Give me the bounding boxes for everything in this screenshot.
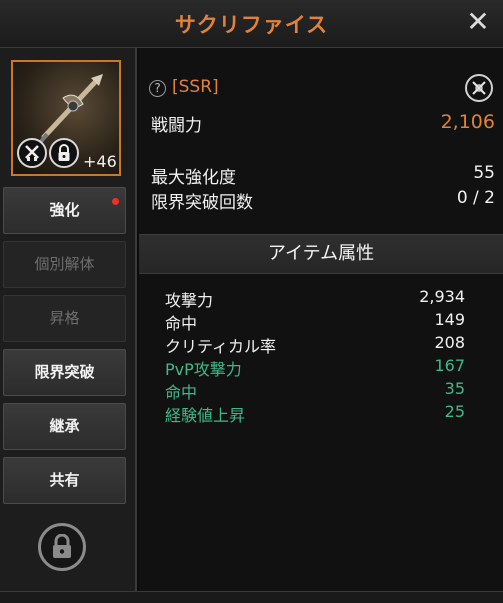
promote-button[interactable]: 昇格	[3, 295, 126, 342]
attribute-value: 149	[434, 310, 465, 329]
limit-break-button-label: 限界突破	[34, 363, 95, 381]
dismantle-button-label: 個別解体	[34, 255, 95, 273]
attribute-label: クリティカル率	[165, 337, 277, 356]
dismantle-button[interactable]: 個別解体	[3, 241, 126, 288]
attribute-value: 2,934	[419, 287, 465, 306]
limit-break-value: 0 / 2	[456, 188, 495, 208]
max-enhance-label: 最大強化度	[151, 168, 236, 188]
attribute-value: 25	[444, 402, 465, 421]
combat-power-value: 2,106	[440, 111, 495, 133]
attribute-label: 攻撃力	[165, 291, 214, 310]
share-button[interactable]: 共有	[3, 457, 126, 504]
attribute-row-bonus: 経験値上昇 25	[165, 402, 465, 426]
limit-break-row: 限界突破回数 0 / 2	[151, 188, 495, 213]
attribute-value: 35	[444, 379, 465, 398]
lock-icon	[49, 138, 79, 168]
attribute-row: 攻撃力 2,934	[165, 287, 465, 311]
attribute-label: 経験値上昇	[165, 406, 246, 425]
weapon-icon	[37, 74, 103, 146]
enhance-level: +46	[83, 152, 117, 171]
inherit-button-label: 継承	[49, 417, 80, 435]
item-detail-panel: ? [SSR] 戦闘力 2,106 最大強化度 55 限界突破回数 0 / 2 …	[139, 48, 503, 603]
limit-break-label: 限界突破回数	[151, 193, 253, 213]
attribute-row-bonus: 命中 35	[165, 379, 465, 403]
attribute-label: 命中	[165, 314, 198, 333]
help-icon[interactable]: ?	[149, 80, 166, 97]
bottom-divider	[0, 591, 503, 603]
attribute-value: 208	[434, 333, 465, 352]
action-sidebar: +46 強化 個別解体 昇格 限界突破 継承 共有	[0, 48, 137, 603]
combat-power-label: 戦闘力	[151, 116, 202, 136]
attribute-label: 命中	[165, 383, 198, 402]
notification-dot	[112, 198, 119, 205]
attribute-row: クリティカル率 208	[165, 333, 465, 357]
max-enhance-row: 最大強化度 55	[151, 163, 495, 188]
attributes-header: アイテム属性	[139, 234, 503, 274]
item-name: サクリファイス	[174, 13, 329, 37]
attribute-row-bonus: PvP攻撃力 167	[165, 356, 465, 380]
enhance-button-label: 強化	[49, 201, 80, 219]
enhance-button[interactable]: 強化	[3, 187, 126, 234]
inherit-button[interactable]: 継承	[3, 403, 126, 450]
limit-break-button[interactable]: 限界突破	[3, 349, 126, 396]
max-enhance-value: 55	[473, 163, 495, 183]
unequip-icon[interactable]	[465, 74, 493, 102]
promote-button-label: 昇格	[49, 309, 80, 327]
share-button-label: 共有	[49, 471, 80, 489]
lock-icon[interactable]	[38, 523, 86, 571]
swords-icon	[17, 138, 47, 168]
close-icon[interactable]: ✕	[463, 8, 493, 38]
attribute-row: 命中 149	[165, 310, 465, 334]
attribute-value: 167	[434, 356, 465, 375]
grade-label: [SSR]	[172, 77, 219, 97]
combat-power-row: 戦闘力 2,106	[151, 111, 495, 136]
title-bar: サクリファイス ✕	[0, 0, 503, 48]
item-thumbnail: +46	[11, 60, 121, 176]
attribute-label: PvP攻撃力	[165, 360, 242, 379]
